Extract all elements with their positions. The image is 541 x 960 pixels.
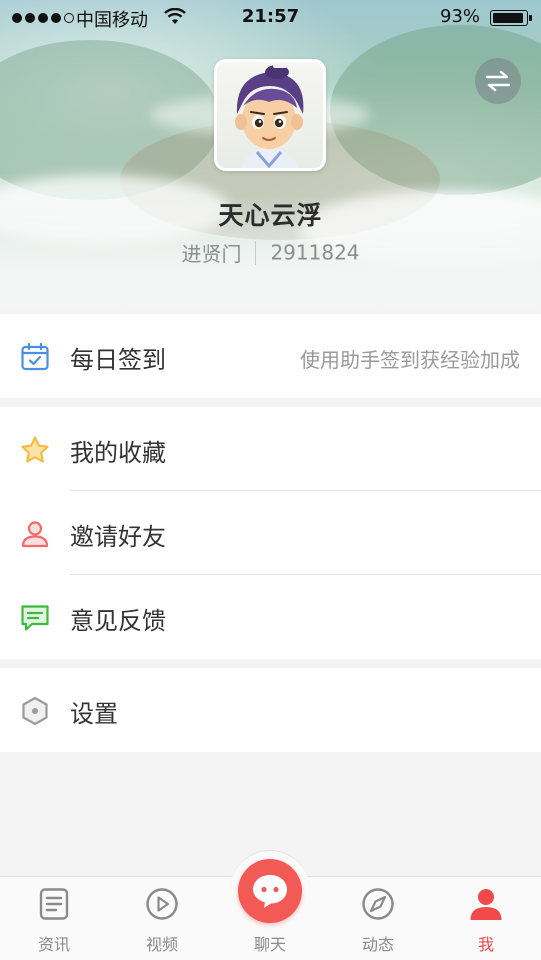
menu-item-label: 意见反馈	[70, 607, 166, 635]
tab-moments[interactable]: 动态	[324, 877, 432, 960]
calendar-check-icon	[21, 342, 49, 371]
menu-item-label: 邀请好友	[70, 523, 166, 551]
menu-item-daily-checkin[interactable]: 每日签到 使用助手签到获经验加成	[0, 314, 541, 398]
status-bar: 中国移动 21:57 93%	[0, 0, 541, 36]
star-icon	[21, 436, 49, 463]
tab-me[interactable]: 我	[432, 877, 540, 960]
tab-label: 我	[477, 935, 494, 954]
menu-item-label: 设置	[70, 700, 118, 728]
battery-percent: 93%	[440, 6, 481, 27]
faction-name: 进贤门	[181, 242, 242, 266]
news-icon	[39, 888, 69, 920]
profile-meta: 进贤门 2911824	[0, 238, 541, 267]
swap-arrows-icon	[485, 70, 511, 92]
user-icon	[21, 521, 49, 548]
tab-news[interactable]: 资讯	[0, 877, 108, 960]
menu-item-settings[interactable]: 设置	[0, 668, 541, 752]
menu-item-hint: 使用助手签到获经验加成	[300, 348, 520, 372]
tab-label: 资讯	[37, 935, 70, 954]
tab-label: 视频	[145, 935, 178, 954]
username: 天心云浮	[218, 201, 323, 230]
tab-label: 动态	[361, 935, 394, 954]
tab-video[interactable]: 视频	[108, 877, 216, 960]
battery-level	[493, 13, 523, 23]
character-avatar-icon	[235, 64, 304, 168]
battery-icon	[490, 10, 532, 26]
settings-group: 设置	[0, 668, 541, 752]
message-icon	[21, 605, 49, 631]
switch-account-button[interactable]	[475, 58, 521, 104]
chat-fab[interactable]	[230, 850, 310, 930]
chat-icon	[253, 875, 287, 908]
meta-divider	[255, 240, 257, 265]
tab-label: 聊天	[253, 935, 286, 954]
person-icon	[470, 889, 502, 920]
main-menu-group: 我的收藏 邀请好友 意见反馈	[0, 407, 541, 659]
menu-item-label: 我的收藏	[70, 439, 166, 467]
play-icon	[146, 888, 178, 920]
avatar[interactable]	[214, 59, 326, 171]
menu-item-favorites[interactable]: 我的收藏	[0, 407, 541, 491]
hexagon-gear-icon	[22, 696, 48, 726]
menu-item-invite-friends[interactable]: 邀请好友	[0, 491, 541, 575]
menu-item-label: 每日签到	[70, 346, 166, 374]
chat-fab-circle	[238, 859, 302, 923]
compass-icon	[362, 888, 394, 920]
user-id: 2911824	[270, 240, 360, 265]
checkin-group: 每日签到 使用助手签到获经验加成	[0, 314, 541, 398]
menu-item-feedback[interactable]: 意见反馈	[0, 575, 541, 659]
